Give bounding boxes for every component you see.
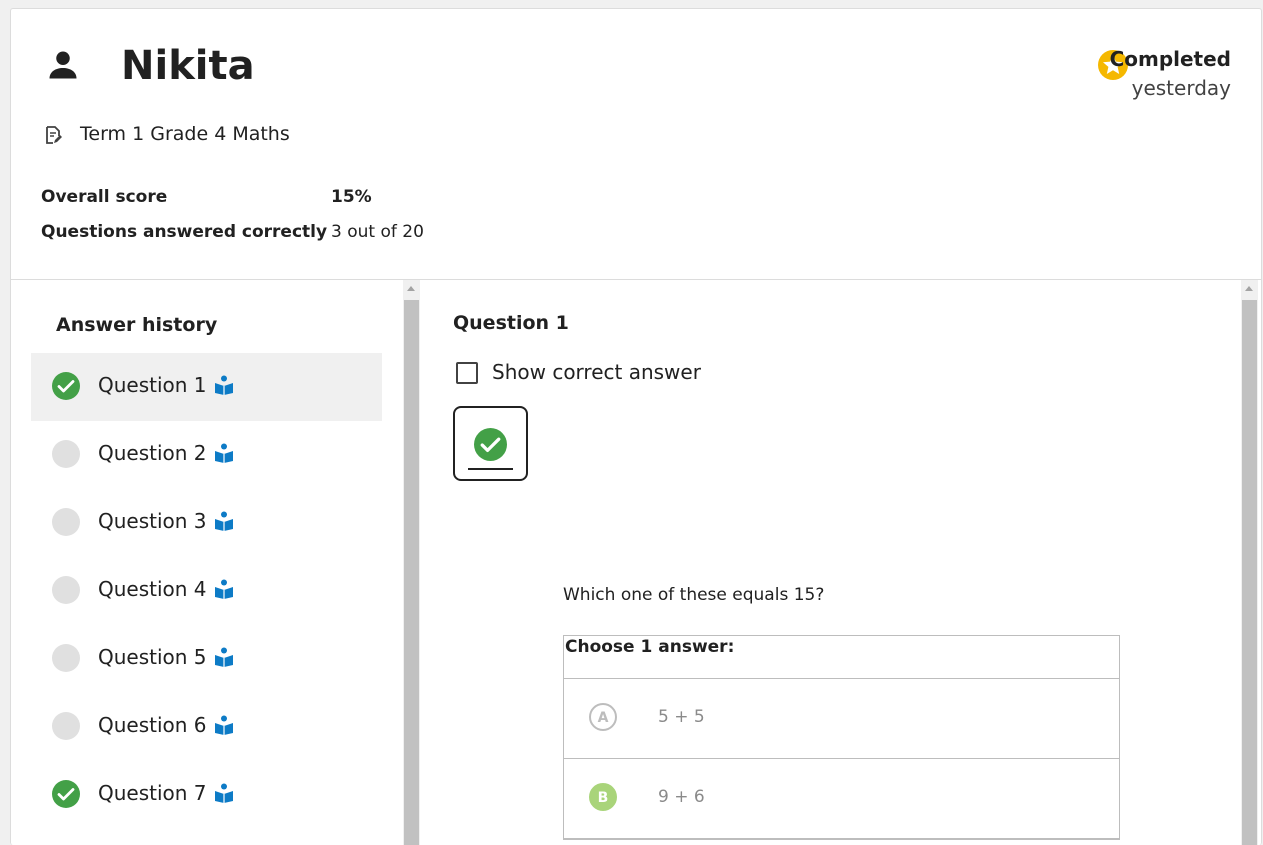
overall-score-label: Overall score: [41, 187, 168, 207]
learner-header: Nikita Completed yesterday Term 1 Grade …: [11, 9, 1261, 280]
exercise-icon: [215, 443, 233, 463]
status-label: Completed: [1109, 47, 1231, 71]
question-list-item[interactable]: Question 6: [31, 693, 382, 761]
report-card: Nikita Completed yesterday Term 1 Grade …: [10, 8, 1262, 845]
question-list-item[interactable]: Question 4: [31, 557, 382, 625]
correct-count-value: 3 out of 20: [331, 222, 424, 242]
unanswered-status-icon: [52, 576, 80, 604]
exercise-icon: [215, 511, 233, 531]
learner-name: Nikita: [121, 43, 255, 89]
exercise-icon: [215, 715, 233, 735]
question-list-label: Question 6: [98, 713, 207, 737]
unanswered-status-icon: [52, 508, 80, 536]
correct-check-icon: [52, 780, 80, 808]
exercise-icon: [215, 647, 233, 667]
correct-count-label: Questions answered correctly: [41, 222, 328, 242]
question-detail-panel: Question 1 Show correct answer Which one…: [422, 280, 1261, 845]
question-list-item[interactable]: Question 5: [31, 625, 382, 693]
exercise-icon: [215, 375, 233, 395]
choice-text: 9 + 6: [658, 787, 705, 807]
quiz-icon: [46, 126, 62, 144]
question-scrollbar[interactable]: [1241, 280, 1258, 845]
show-correct-checkbox[interactable]: [456, 362, 478, 384]
question-scroll-thumb[interactable]: [1242, 300, 1257, 845]
attempt-result-button[interactable]: [453, 406, 528, 481]
show-correct-label[interactable]: Show correct answer: [492, 360, 701, 384]
person-icon: [49, 51, 77, 79]
status-time: yesterday: [1131, 76, 1231, 100]
question-text: Which one of these equals 15?: [563, 585, 825, 605]
quiz-title: Term 1 Grade 4 Maths: [80, 123, 290, 145]
choice-letter-badge: A: [589, 703, 617, 731]
choice-text: 5 + 5: [658, 707, 705, 727]
answer-choices: Choose 1 answer: A 5 + 5 B 9 + 6: [563, 635, 1120, 840]
question-list-item[interactable]: Question 2: [31, 421, 382, 489]
scroll-up-arrow-icon[interactable]: [407, 286, 415, 291]
question-list-item[interactable]: Question 3: [31, 489, 382, 557]
question-list-label: Question 3: [98, 509, 207, 533]
question-list-label: Question 5: [98, 645, 207, 669]
question-title: Question 1: [453, 312, 569, 334]
question-list-label: Question 4: [98, 577, 207, 601]
question-list-label: Question 7: [98, 781, 207, 805]
answer-history-panel: Answer history Question 1 Question 2 Quest…: [11, 280, 403, 845]
choice-list: A 5 + 5 B 9 + 6: [564, 679, 1119, 839]
correct-check-icon: [52, 372, 80, 400]
history-scroll-thumb[interactable]: [404, 300, 419, 845]
scroll-up-arrow-icon[interactable]: [1245, 286, 1253, 291]
question-list-label: Question 1: [98, 373, 207, 397]
exercise-icon: [215, 783, 233, 803]
overall-score-value: 15%: [331, 187, 372, 207]
choose-answer-header: Choose 1 answer:: [564, 636, 1119, 679]
correct-check-icon: [474, 428, 507, 461]
unanswered-status-icon: [52, 712, 80, 740]
unanswered-status-icon: [52, 644, 80, 672]
history-scrollbar[interactable]: [403, 280, 420, 845]
unanswered-status-icon: [52, 440, 80, 468]
exercise-icon: [215, 579, 233, 599]
question-list-item[interactable]: Question 7: [31, 761, 382, 829]
answer-choice[interactable]: B 9 + 6: [564, 759, 1119, 839]
question-list-label: Question 2: [98, 441, 207, 465]
answer-choice[interactable]: A 5 + 5: [564, 679, 1119, 759]
choice-letter-badge: B: [589, 783, 617, 811]
answer-history-title: Answer history: [56, 314, 218, 336]
attempt-underline: [468, 468, 513, 470]
question-list-item[interactable]: Question 1: [31, 353, 382, 421]
